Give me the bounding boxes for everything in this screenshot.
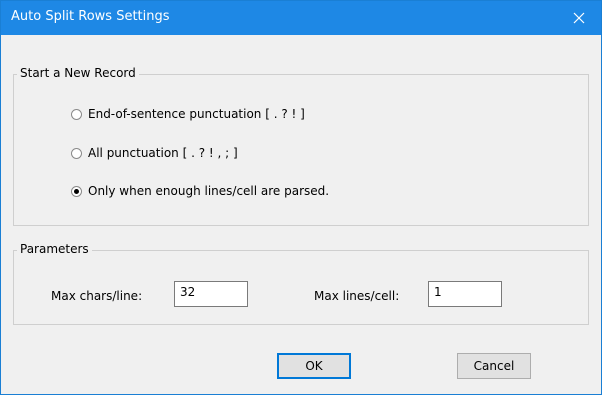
parameters-group-legend: Parameters [17,242,92,256]
radio-all-punctuation[interactable]: All punctuation [ . ? ! , ; ] [71,146,238,160]
radio-end-of-sentence[interactable]: End-of-sentence punctuation [ . ? ! ] [71,107,305,121]
radio-label: All punctuation [ . ? ! , ; ] [88,146,238,160]
window-title: Auto Split Rows Settings [11,9,170,24]
radio-button-selected[interactable] [71,185,82,197]
close-button[interactable] [557,1,601,35]
radio-enough-lines[interactable]: Only when enough lines/cell are parsed. [71,184,329,198]
radio-label: Only when enough lines/cell are parsed. [88,184,330,198]
cancel-button[interactable]: Cancel [457,353,531,379]
max-lines-field[interactable]: 1 [428,281,502,307]
ok-button[interactable]: OK [277,353,351,379]
max-chars-field[interactable]: 32 [174,281,248,307]
radio-button[interactable] [71,108,82,120]
record-group-legend: Start a New Record [17,66,139,80]
parameters-groupbox [13,250,589,325]
close-icon [573,12,585,24]
title-bar: Auto Split Rows Settings [1,1,601,35]
max-chars-label: Max chars/line: [51,289,143,303]
dialog-window: Auto Split Rows Settings Start a New Rec… [0,0,602,395]
radio-dot-icon [74,188,79,194]
max-lines-label: Max lines/cell: [314,289,400,303]
radio-button[interactable] [71,147,82,159]
radio-label: End-of-sentence punctuation [ . ? ! ] [88,107,305,121]
